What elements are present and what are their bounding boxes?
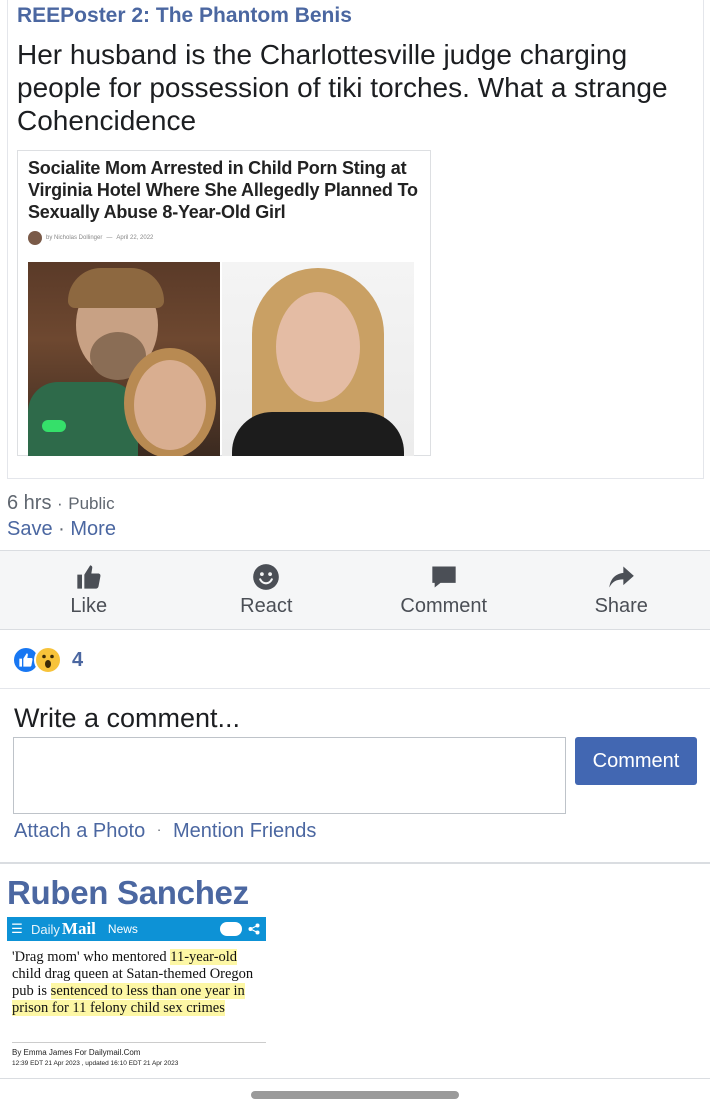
comments-bubble-icon	[220, 922, 242, 936]
article-headline: Socialite Mom Arrested in Child Porn Sti…	[28, 158, 418, 222]
dailymail-byline: By Emma James For Dailymail.Com	[12, 1048, 141, 1057]
comment-divider	[0, 862, 710, 864]
share-label: Share	[594, 595, 648, 617]
dailymail-header-icons	[220, 922, 260, 936]
composer-links: Attach a Photo · Mention Friends	[14, 820, 316, 843]
dailymail-brand-daily: Daily	[31, 921, 60, 937]
hamburger-icon: ☰	[11, 921, 23, 936]
like-button[interactable]: Like	[0, 551, 178, 629]
post-card: REEPoster 2: The Phantom Benis Her husba…	[7, 0, 704, 479]
portrait-top	[232, 412, 404, 456]
react-button[interactable]: React	[178, 551, 356, 629]
composer-links-dot: ·	[156, 821, 162, 837]
couple-photo	[28, 262, 220, 456]
share-button[interactable]: Share	[533, 551, 710, 629]
reaction-summary[interactable]: 4	[12, 645, 83, 675]
attach-photo-link[interactable]: Attach a Photo	[14, 820, 145, 842]
portrait-photo	[222, 262, 414, 456]
like-label: Like	[70, 595, 108, 617]
comment-image[interactable]: ☰ Daily Mail News 'Drag mom' who mentore…	[7, 917, 266, 1077]
green-light	[42, 420, 66, 432]
speech-bubble-icon	[432, 566, 456, 588]
post-meta: 6 hrs · Public	[7, 492, 115, 515]
links-dot: ·	[58, 518, 65, 540]
share-nodes-icon	[248, 923, 260, 935]
comment-action-button[interactable]: Comment	[355, 551, 533, 629]
meta-dot: ·	[57, 494, 63, 513]
dailymail-dateline: 12:39 EDT 21 Apr 2023 , updated 16:10 ED…	[12, 1060, 179, 1067]
dailymail-rule	[12, 1042, 266, 1043]
headline-part: 'Drag mom' who mentored	[12, 949, 171, 965]
headline-part-highlight: 11-year-old	[170, 949, 238, 965]
save-link[interactable]: Save	[7, 518, 53, 540]
action-bar: Like React Comment Share	[0, 550, 710, 630]
dailymail-brand-mail: Mail	[61, 919, 96, 938]
post-privacy: Public	[68, 494, 115, 513]
man-shirt	[28, 382, 138, 456]
reaction-count: 4	[72, 648, 84, 671]
more-link[interactable]: More	[70, 518, 116, 540]
mention-friends-link[interactable]: Mention Friends	[173, 820, 316, 842]
author-avatar	[28, 231, 42, 245]
comment-submit-button[interactable]: Comment	[575, 737, 697, 785]
post-links: Save · More	[7, 518, 116, 541]
article-byline: by Nicholas Dollinger — April 22, 2022	[28, 231, 153, 245]
post-text: Her husband is the Charlottesville judge…	[17, 39, 668, 136]
home-indicator[interactable]	[251, 1091, 459, 1099]
thumbs-up-icon	[77, 565, 101, 589]
link-preview-image[interactable]: Socialite Mom Arrested in Child Porn Sti…	[17, 150, 431, 456]
comment-action-label: Comment	[400, 595, 488, 617]
dailymail-section: News	[107, 922, 138, 936]
comment-input[interactable]	[13, 737, 566, 814]
byline-author: by Nicholas Dollinger	[46, 235, 103, 241]
comment-author[interactable]: Ruben Sanchez	[7, 874, 249, 912]
dailymail-header: ☰ Daily Mail News	[7, 917, 266, 941]
byline-date: April 22, 2022	[116, 235, 154, 241]
write-comment-label: Write a comment...	[14, 703, 241, 733]
divider	[0, 688, 710, 689]
smiley-icon	[253, 564, 280, 590]
woman-face	[134, 360, 206, 450]
post-author[interactable]: REEPoster 2: The Phantom Benis	[17, 4, 352, 28]
post-time[interactable]: 6 hrs	[7, 492, 51, 514]
dailymail-headline: 'Drag mom' who mentored 11-year-old chil…	[12, 949, 264, 1017]
react-label: React	[240, 595, 293, 617]
wow-reaction-icon	[34, 646, 62, 674]
article-photos	[28, 262, 414, 456]
bottom-divider	[0, 1078, 710, 1079]
share-arrow-icon	[609, 566, 635, 588]
byline-sep: —	[106, 235, 113, 241]
man-hair	[68, 268, 164, 308]
portrait-face	[276, 292, 360, 402]
